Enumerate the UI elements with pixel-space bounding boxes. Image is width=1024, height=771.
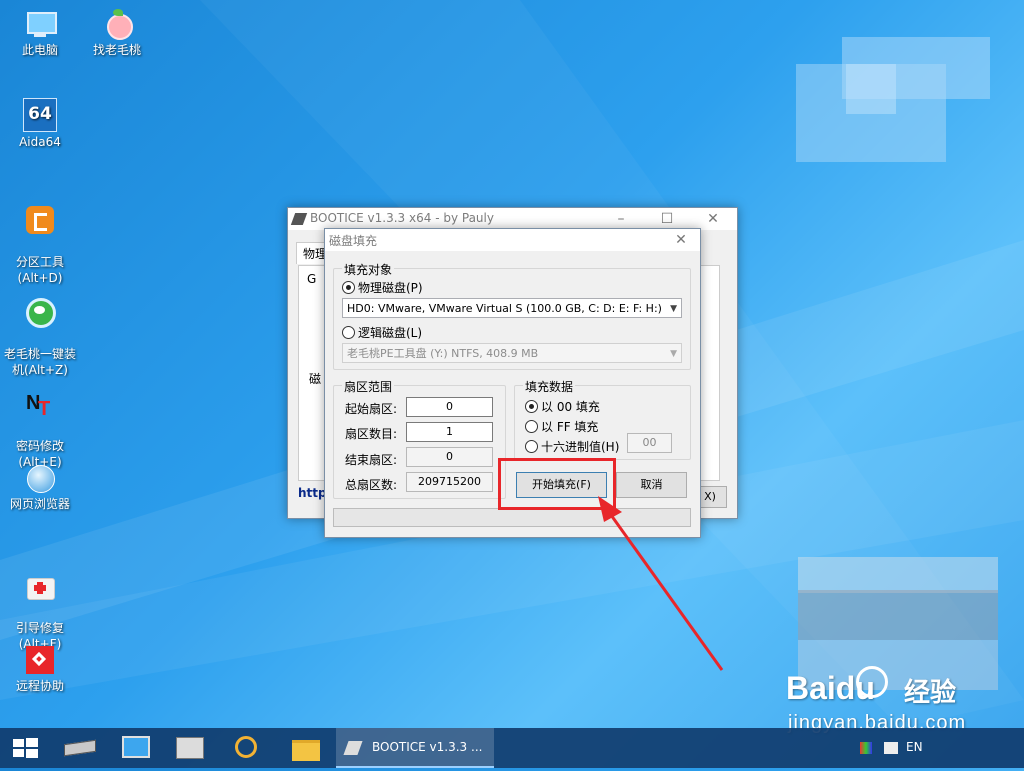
- tray-color-icon[interactable]: [860, 742, 872, 754]
- desktop-icon-label: 远程协助: [15, 679, 64, 693]
- computer-icon: [24, 8, 57, 40]
- radio-selected-indicator: [525, 400, 538, 413]
- desktop-icon-remote-assist[interactable]: 远程协助: [1, 644, 79, 694]
- sector-count-input[interactable]: 1: [406, 422, 493, 442]
- maximize-button[interactable]: ☐: [644, 208, 690, 230]
- logical-disk-radio-label: 逻辑磁盘(L): [358, 326, 423, 340]
- keyboard-icon: [176, 737, 204, 759]
- chevron-down-icon: ▼: [670, 304, 677, 314]
- bootice-title: BOOTICE v1.3.3 x64 - by Pauly: [310, 211, 494, 225]
- physical-disk-value: HD0: VMware, VMware Virtual S (100.0 GB,…: [347, 302, 662, 315]
- group-label-partial: G: [307, 272, 317, 286]
- baidu-paw-icon: [856, 666, 888, 698]
- logical-disk-select[interactable]: 老毛桃PE工具盘 (Y:) NTFS, 408.9 MB ▼: [342, 343, 682, 363]
- baidu-logo-sub: 经验: [904, 678, 957, 708]
- taskbar-search-tool[interactable]: [220, 728, 272, 768]
- bootice-titlebar[interactable]: BOOTICE v1.3.3 x64 - by Pauly – ☐ ✕: [288, 208, 737, 230]
- hex-value-input[interactable]: 00: [627, 433, 672, 453]
- desktop-icon-label: 网页浏览器: [9, 497, 70, 511]
- taskbar-device-manager[interactable]: [108, 728, 160, 768]
- taskbar-bootice-app[interactable]: BOOTICE v1.3.3 ...: [336, 728, 494, 768]
- radio-unselected-indicator: [342, 326, 355, 339]
- close-button[interactable]: ✕: [690, 208, 736, 230]
- one-key-install-icon: [24, 296, 56, 328]
- fill-ff-radio-label: 以 FF 填充: [541, 420, 599, 434]
- desktop-icon-label: 此电脑: [21, 43, 58, 57]
- taskbar-memory-tool[interactable]: [52, 728, 104, 768]
- target-group-label: 填充对象: [342, 261, 395, 278]
- taskbar-file-explorer[interactable]: [280, 728, 332, 768]
- radio-unselected-indicator: [525, 440, 538, 453]
- bootice-app-icon: [290, 213, 308, 225]
- dialog-close-button[interactable]: ✕: [663, 229, 699, 251]
- desktop-icon-browser[interactable]: 网页浏览器: [1, 462, 79, 512]
- start-sector-label: 起始扇区:: [345, 402, 398, 416]
- desktop-icon-aida64[interactable]: 64 Aida64: [1, 98, 79, 150]
- physical-disk-radio-label: 物理磁盘(P): [358, 281, 423, 295]
- radio-unselected-indicator: [525, 420, 538, 433]
- tray-language[interactable]: EN: [906, 740, 923, 754]
- remote-assist-icon: [24, 644, 56, 676]
- website-link[interactable]: http: [298, 486, 327, 500]
- minimize-button[interactable]: –: [598, 208, 644, 230]
- fill-hex-radio[interactable]: 十六进制值(H): [525, 438, 619, 455]
- range-group-label: 扇区范围: [342, 378, 395, 395]
- taskbar-disk-tool[interactable]: [164, 728, 216, 768]
- radio-selected-indicator: [342, 281, 355, 294]
- tray-network-icon[interactable]: [884, 742, 898, 754]
- desktop-icon-this-pc[interactable]: 此电脑: [1, 8, 79, 58]
- start-button[interactable]: [0, 728, 52, 768]
- browser-icon: [24, 462, 56, 494]
- physical-disk-radio[interactable]: 物理磁盘(P): [342, 279, 423, 296]
- start-sector-input[interactable]: 0: [406, 397, 493, 417]
- desktop-icon-find-laomaotao[interactable]: 找老毛桃: [78, 8, 156, 58]
- physical-disk-select[interactable]: HD0: VMware, VMware Virtual S (100.0 GB,…: [342, 298, 682, 318]
- fill-ff-radio[interactable]: 以 FF 填充: [525, 418, 598, 435]
- peach-icon: [101, 8, 133, 40]
- aida64-icon: 64: [23, 98, 57, 132]
- chip-icon: [64, 739, 96, 757]
- total-sectors-label: 总扇区数:: [345, 478, 398, 492]
- logical-disk-value: 老毛桃PE工具盘 (Y:) NTFS, 408.9 MB: [347, 347, 539, 360]
- logical-disk-radio[interactable]: 逻辑磁盘(L): [342, 324, 422, 341]
- magnifier-icon: [235, 736, 257, 758]
- fill-hex-radio-label: 十六进制值(H): [541, 440, 620, 454]
- monitor-icon: [122, 736, 150, 758]
- chevron-down-icon: ▼: [670, 349, 677, 359]
- fill-00-radio-label: 以 00 填充: [541, 400, 600, 414]
- partition-tool-icon: [24, 204, 56, 236]
- dialog-title: 磁盘填充: [329, 234, 378, 248]
- folder-icon: [292, 740, 320, 761]
- desktop-icon-label: 找老毛桃: [92, 43, 141, 57]
- dialog-titlebar[interactable]: 磁盘填充 ✕: [325, 229, 700, 251]
- password-tool-icon: N T: [26, 392, 51, 420]
- sector-count-label: 扇区数目:: [345, 427, 398, 441]
- fill-data-group-label: 填充数据: [523, 378, 576, 395]
- desktop-icon-label: Aida64: [19, 135, 61, 149]
- windows-logo-icon: [13, 738, 38, 758]
- taskbar-app-label: BOOTICE v1.3.3 ...: [372, 740, 483, 754]
- end-sector-field: 0: [406, 447, 493, 467]
- boot-repair-icon: [24, 570, 56, 602]
- total-sectors-field: 209715200: [406, 472, 493, 492]
- group2-label-partial: 磁: [309, 372, 322, 386]
- fill-00-radio[interactable]: 以 00 填充: [525, 398, 600, 415]
- annotation-arrow: [598, 496, 724, 671]
- bootice-taskbar-icon: [343, 741, 363, 755]
- end-sector-label: 结束扇区:: [345, 453, 398, 467]
- taskbar: BOOTICE v1.3.3 ... EN: [0, 728, 1024, 768]
